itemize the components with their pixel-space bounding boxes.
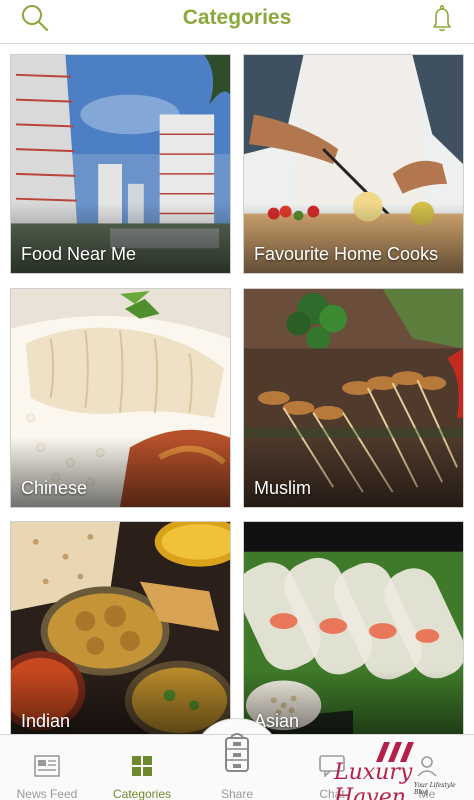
category-tile-favourite-home-cooks[interactable]: Favourite Home Cooks [243,54,464,274]
newspaper-icon [34,755,60,777]
category-label: Muslim [254,478,311,498]
category-label: Indian [21,711,71,731]
category-tile-muslim[interactable]: Muslim [243,288,464,508]
luxury-haven-watermark: Luxury Haven Your Lifestyle Blog [330,740,460,800]
tab-news-feed[interactable]: News Feed [0,735,94,800]
tab-categories[interactable]: Categories [95,735,189,800]
category-label: Chinese [21,478,88,498]
category-tile-food-near-me[interactable]: Food Near Me [10,54,231,274]
category-tile-asian[interactable]: Asian [243,521,464,734]
bell-icon[interactable] [428,3,456,33]
grid-icon [132,756,152,776]
category-label: Asian [254,711,300,731]
tab-label: Share [220,787,254,800]
category-tile-chinese[interactable]: Chinese [10,288,231,508]
tab-label: News Feed [16,787,78,800]
tab-share[interactable]: Share [190,733,284,800]
tiffin-icon [225,733,249,772]
page-title: Categories [182,6,292,29]
tab-label: Categories [112,787,172,800]
category-tile-indian[interactable]: Indian [10,521,231,734]
app-header: Categories [0,0,474,44]
category-grid: Food Near Me Favourite Home Cooks Chines… [0,44,474,734]
watermark-tagline: Your Lifestyle Blog [414,782,456,796]
category-label: Food Near Me [21,244,137,264]
category-label: Favourite Home Cooks [254,244,439,264]
